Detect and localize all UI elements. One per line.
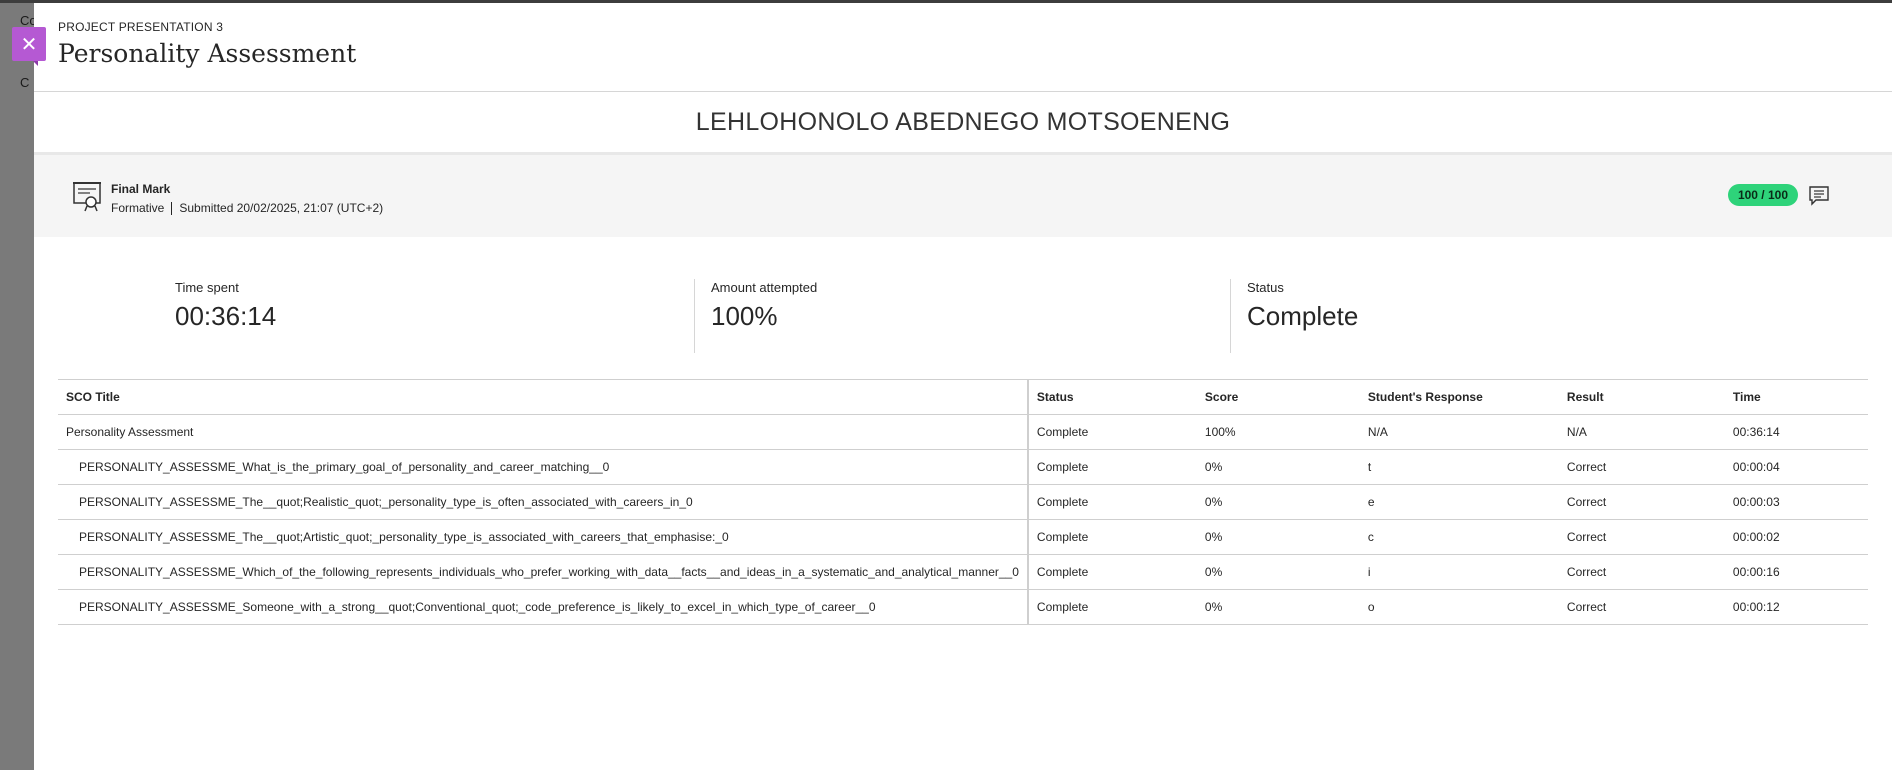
status-cell: Complete [1027, 519, 1197, 555]
response-cell: t [1359, 449, 1559, 485]
status-cell: Complete [1027, 449, 1197, 485]
final-mark-label: Final Mark [111, 182, 171, 196]
time-spent-value: 00:36:14 [175, 301, 277, 331]
sco-title-cell: PERSONALITY_ASSESSME_The__quot;Realistic… [58, 484, 1029, 520]
background-page: Co C [0, 3, 34, 770]
result-cell: N/A [1558, 414, 1725, 450]
score-cell: 0% [1196, 554, 1360, 590]
grade-info: Final Mark Formative Submitted 20/02/202… [111, 182, 383, 215]
attempt-details-panel: PROJECT PRESENTATION 3 Personality Asses… [34, 3, 1892, 770]
stat-divider [1230, 279, 1231, 353]
amount-attempted-label: Amount attempted [711, 280, 818, 295]
breadcrumb: PROJECT PRESENTATION 3 [58, 20, 224, 34]
score-badge: 100 / 100 [1727, 184, 1798, 206]
status-cell: Complete [1027, 414, 1197, 450]
attempt-stats: Time spent 00:36:14 Amount attempted 100… [34, 237, 1892, 382]
time-spent-label: Time spent [175, 280, 239, 295]
sco-table: SCO Title Status Score Student's Respons… [58, 379, 1868, 625]
sco-title-cell: Personality Assessment [58, 414, 1029, 450]
certificate-icon [73, 182, 101, 212]
grade-bar: Final Mark Formative Submitted 20/02/202… [34, 155, 1892, 237]
score-cell: 100% [1196, 414, 1360, 450]
page-title: Personality Assessment [58, 39, 357, 68]
student-name: LEHLOHONOLO ABEDNEGO MOTSOENENG [34, 92, 1892, 155]
table-row: PERSONALITY_ASSESSME_The__quot;Artistic_… [58, 519, 1868, 555]
sco-title-cell: PERSONALITY_ASSESSME_The__quot;Artistic_… [58, 519, 1029, 555]
panel-header: PROJECT PRESENTATION 3 Personality Asses… [34, 3, 1892, 92]
table-header-row: SCO Title Status Score Student's Respons… [58, 379, 1868, 415]
grade-meta: Formative Submitted 20/02/2025, 21:07 (U… [111, 201, 383, 215]
result-cell: Correct [1558, 519, 1725, 555]
stat-divider [694, 279, 695, 353]
score-cell: 0% [1196, 519, 1360, 555]
table-row: Personality Assessment Complete 100% N/A… [58, 414, 1868, 450]
column-header-sco-title[interactable]: SCO Title [58, 379, 1029, 415]
column-header-result[interactable]: Result [1558, 379, 1725, 415]
response-cell: e [1359, 484, 1559, 520]
submitted-date: Submitted 20/02/2025, 21:07 (UTC+2) [179, 201, 384, 215]
amount-attempted-stat: Amount attempted 100% [711, 280, 817, 332]
sco-title-cell: PERSONALITY_ASSESSME_Someone_with_a_stro… [58, 589, 1029, 625]
table-row: PERSONALITY_ASSESSME_What_is_the_primary… [58, 449, 1868, 485]
sco-title-cell: PERSONALITY_ASSESSME_What_is_the_primary… [58, 449, 1029, 485]
result-cell: Correct [1558, 589, 1725, 625]
assessment-type: Formative [111, 201, 165, 215]
score-cell: 0% [1196, 484, 1360, 520]
response-cell: i [1359, 554, 1559, 590]
status-cell: Complete [1027, 484, 1197, 520]
result-cell: Correct [1558, 449, 1725, 485]
column-header-time[interactable]: Time [1724, 379, 1868, 415]
status-cell: Complete [1027, 589, 1197, 625]
column-header-status[interactable]: Status [1027, 379, 1197, 415]
result-cell: Correct [1558, 484, 1725, 520]
table-row: PERSONALITY_ASSESSME_Which_of_the_follow… [58, 554, 1868, 590]
close-button[interactable]: ✕ [12, 27, 46, 61]
response-cell: N/A [1359, 414, 1559, 450]
column-header-score[interactable]: Score [1196, 379, 1360, 415]
response-cell: o [1359, 589, 1559, 625]
background-text: C [20, 75, 30, 90]
time-cell: 00:36:14 [1724, 414, 1868, 450]
time-cell: 00:00:12 [1724, 589, 1868, 625]
close-icon: ✕ [20, 33, 38, 56]
table-row: PERSONALITY_ASSESSME_The__quot;Realistic… [58, 484, 1868, 520]
comment-icon[interactable] [1808, 184, 1830, 206]
score-cell: 0% [1196, 589, 1360, 625]
status-stat: Status Complete [1247, 280, 1358, 332]
meta-divider [171, 201, 173, 215]
score-cell: 0% [1196, 449, 1360, 485]
time-cell: 00:00:16 [1724, 554, 1868, 590]
status-cell: Complete [1027, 554, 1197, 590]
table-row: PERSONALITY_ASSESSME_Someone_with_a_stro… [58, 589, 1868, 625]
amount-attempted-value: 100% [711, 301, 778, 331]
sco-title-cell: PERSONALITY_ASSESSME_Which_of_the_follow… [58, 554, 1029, 590]
time-spent-stat: Time spent 00:36:14 [175, 280, 276, 332]
time-cell: 00:00:03 [1724, 484, 1868, 520]
response-cell: c [1359, 519, 1559, 555]
result-cell: Correct [1558, 554, 1725, 590]
status-value: Complete [1247, 301, 1359, 331]
status-label: Status [1247, 280, 1284, 295]
time-cell: 00:00:02 [1724, 519, 1868, 555]
time-cell: 00:00:04 [1724, 449, 1868, 485]
column-header-response[interactable]: Student's Response [1359, 379, 1559, 415]
background-text: Co [20, 13, 34, 28]
